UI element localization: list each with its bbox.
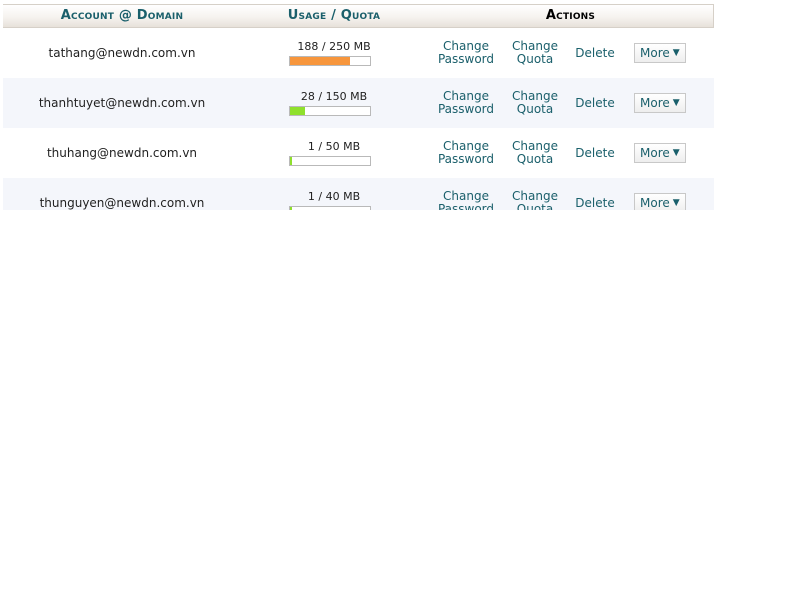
caret-down-icon: ▼ — [672, 48, 680, 58]
more-menu: More ▼ — [634, 43, 686, 63]
change-password-line2: Password — [437, 202, 495, 211]
usage-text: 188 / 250 MB — [297, 40, 371, 53]
usage-quota: 50 — [325, 140, 340, 153]
change-quota-line1: Change — [512, 89, 558, 103]
usage-quota: 250 — [329, 40, 351, 53]
more-menu: More ▼ — [634, 93, 686, 113]
caret-down-icon: ▼ — [672, 198, 680, 208]
usage-bar — [289, 56, 371, 66]
more-button[interactable]: More ▼ — [634, 193, 686, 210]
more-button-label: More — [640, 96, 670, 110]
usage-used: 1 — [307, 190, 315, 203]
usage-used: 188 — [297, 40, 319, 53]
usage-unit: MB — [353, 40, 371, 53]
change-password-link[interactable]: Change Password — [427, 28, 505, 78]
change-password-line1: Change — [443, 89, 489, 103]
table-row: thunguyen@newdn.com.vn 1 / 40 MB Change P… — [3, 178, 714, 210]
sort-quota-link[interactable]: Quota — [341, 8, 380, 23]
delete-link[interactable]: Delete — [565, 28, 625, 78]
usage-unit: MB — [350, 90, 368, 103]
change-password-line1: Change — [443, 189, 489, 203]
change-password-line2: Password — [437, 152, 495, 166]
sort-usage-link[interactable]: Usage — [288, 8, 327, 23]
more-menu: More ▼ — [634, 143, 686, 163]
change-quota-link[interactable]: Change Quota — [505, 28, 565, 78]
column-header-actions: Actions — [545, 8, 596, 23]
sort-account-link[interactable]: Account @ Domain — [61, 8, 183, 23]
usage-used: 1 — [307, 140, 315, 153]
account-email: thuhang@newdn.com.vn — [46, 146, 198, 160]
usage-cell: 28 / 150 MB — [241, 78, 427, 128]
change-password-line2: Password — [437, 102, 495, 116]
more-button[interactable]: More ▼ — [634, 143, 686, 163]
more-button-label: More — [640, 46, 670, 60]
usage-cell: 188 / 250 MB — [241, 28, 427, 78]
account-email: thunguyen@newdn.com.vn — [39, 196, 205, 210]
usage-cell: 1 / 50 MB — [241, 128, 427, 178]
usage-bar — [289, 106, 371, 116]
accounts-table: Account @ Domain Usage / Quota Actions t… — [3, 4, 714, 210]
change-password-line1: Change — [443, 139, 489, 153]
header-separator: / — [331, 8, 337, 23]
change-password-line1: Change — [443, 39, 489, 53]
change-quota-link[interactable]: Change Quota — [505, 78, 565, 128]
usage-cell: 1 / 40 MB — [241, 178, 427, 210]
account-email: thanhtuyet@newdn.com.vn — [38, 96, 206, 110]
more-button[interactable]: More ▼ — [634, 43, 686, 63]
table-header: Account @ Domain Usage / Quota Actions — [3, 4, 714, 28]
more-button-label: More — [640, 146, 670, 160]
change-quota-link[interactable]: Change Quota — [505, 178, 565, 211]
change-quota-line2: Quota — [516, 202, 554, 211]
change-quota-line1: Change — [512, 39, 558, 53]
usage-bar — [289, 156, 371, 166]
usage-text: 1 / 50 MB — [307, 140, 361, 153]
more-menu: More ▼ — [634, 193, 686, 210]
column-header-usage: Usage / Quota — [241, 5, 427, 27]
change-password-link[interactable]: Change Password — [427, 78, 505, 128]
change-quota-line1: Change — [512, 139, 558, 153]
usage-bar-fill — [290, 157, 292, 165]
caret-down-icon: ▼ — [672, 148, 680, 158]
column-header-account[interactable]: Account @ Domain — [3, 5, 241, 27]
usage-quota: 150 — [325, 90, 347, 103]
table-row: thanhtuyet@newdn.com.vn 28 / 150 MB Chan… — [3, 78, 714, 128]
change-quota-line2: Quota — [516, 52, 554, 66]
usage-bar-fill — [290, 107, 305, 115]
table-row: tathang@newdn.com.vn 188 / 250 MB Change… — [3, 28, 714, 78]
usage-text: 1 / 40 MB — [307, 190, 361, 203]
usage-text: 28 / 150 MB — [300, 90, 368, 103]
change-password-link[interactable]: Change Password — [427, 178, 505, 211]
usage-bar-fill — [290, 57, 351, 65]
table-row: thuhang@newdn.com.vn 1 / 50 MB Change Pas… — [3, 128, 714, 178]
change-quota-link[interactable]: Change Quota — [505, 128, 565, 178]
delete-link[interactable]: Delete — [565, 178, 625, 210]
usage-quota: 40 — [325, 190, 340, 203]
change-password-link[interactable]: Change Password — [427, 128, 505, 178]
change-password-line2: Password — [437, 52, 495, 66]
account-email: tathang@newdn.com.vn — [48, 46, 196, 60]
usage-unit: MB — [343, 140, 361, 153]
delete-link[interactable]: Delete — [565, 78, 625, 128]
caret-down-icon: ▼ — [672, 98, 680, 108]
change-quota-line2: Quota — [516, 102, 554, 116]
delete-link[interactable]: Delete — [565, 128, 625, 178]
usage-used: 28 — [300, 90, 315, 103]
more-button[interactable]: More ▼ — [634, 93, 686, 113]
change-quota-line1: Change — [512, 189, 558, 203]
usage-bar-fill — [290, 207, 292, 210]
change-quota-line2: Quota — [516, 152, 554, 166]
usage-bar — [289, 206, 371, 210]
usage-unit: MB — [343, 190, 361, 203]
more-button-label: More — [640, 196, 670, 210]
